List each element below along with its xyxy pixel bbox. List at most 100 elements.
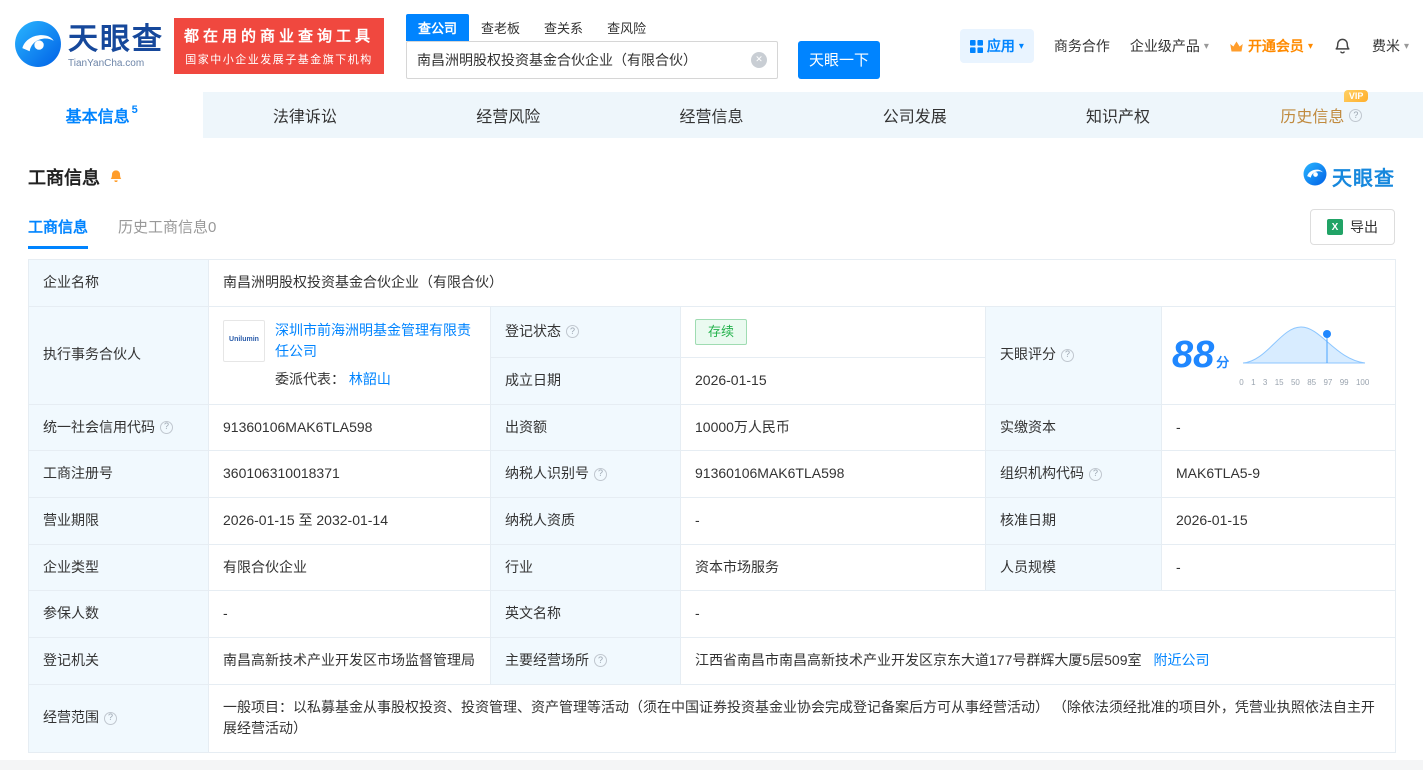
tianyancha-page: 天眼查 TianYanCha.com 都在用的商业查询工具 国家中小企业发展子基… xyxy=(0,0,1423,753)
help-icon: ? xyxy=(594,468,607,481)
table-row: 参保人数 - 英文名称 - xyxy=(29,591,1396,638)
user-menu[interactable]: 费米 ▾ xyxy=(1372,36,1409,56)
watermark-text: 天眼查 xyxy=(1332,162,1395,191)
chevron-down-icon: ▾ xyxy=(1308,41,1313,52)
search-row: ✕ 天眼一下 xyxy=(406,41,880,79)
table-row: 登记机关 南昌高新技术产业开发区市场监督管理局 主要经营场所 ? 江西省南昌市南… xyxy=(29,637,1396,684)
top-nav: 应用 ▾ 商务合作 企业级产品 ▾ 开通会员 ▾ xyxy=(960,29,1409,63)
nearby-companies-link[interactable]: 附近公司 xyxy=(1154,652,1210,668)
score-value: 88分 01 315 xyxy=(1162,306,1396,404)
apps-button[interactable]: 应用 ▾ xyxy=(960,29,1034,63)
tab-operation-risk[interactable]: 经营风险 xyxy=(407,92,610,138)
english-name-label: 英文名称 xyxy=(491,591,681,638)
approval-date-label: 核准日期 xyxy=(986,497,1162,544)
search-button[interactable]: 天眼一下 xyxy=(798,41,880,79)
tab-history-info[interactable]: 历史信息 VIP ? xyxy=(1220,92,1423,138)
enterprise-products-link[interactable]: 企业级产品 ▾ xyxy=(1130,36,1209,56)
subtab-history-business-info[interactable]: 历史工商信息0 xyxy=(118,216,216,249)
main-content: 工商信息 天眼查 工商信息 历史工商信息0 xyxy=(0,138,1423,753)
paid-capital-value: - xyxy=(1162,404,1396,451)
score-label: 天眼评分 ? xyxy=(986,306,1162,404)
business-cooperation-link[interactable]: 商务合作 xyxy=(1054,36,1110,56)
address-value: 江西省南昌市南昌高新技术产业开发区京东大道177号群辉大厦5层509室附近公司 xyxy=(681,637,1396,684)
table-row: 企业类型 有限合伙企业 行业 资本市场服务 人员规模 - xyxy=(29,544,1396,591)
site-logo[interactable]: 天眼查 TianYanCha.com xyxy=(14,20,164,73)
score-curve-chart: 01 315 5085 9799 100 xyxy=(1239,321,1371,389)
staff-size-label: 人员规模 xyxy=(986,544,1162,591)
establish-date-label: 成立日期 xyxy=(491,357,681,404)
english-name-value: - xyxy=(681,591,1396,638)
tianyancha-logo-icon xyxy=(1303,162,1327,191)
export-button[interactable]: X 导出 xyxy=(1310,209,1395,245)
tianyancha-watermark: 天眼查 xyxy=(1303,162,1395,191)
reg-status-label: 登记状态 ? xyxy=(491,306,681,357)
notification-bell-icon[interactable] xyxy=(1333,37,1352,56)
company-type-label: 企业类型 xyxy=(29,544,209,591)
tab-intellectual-property[interactable]: 知识产权 xyxy=(1016,92,1219,138)
taxpayer-qualification-label: 纳税人资质 xyxy=(491,497,681,544)
basic-info-count: 5 xyxy=(132,104,138,116)
search-area: 查公司 查老板 查关系 查风险 ✕ 天眼一下 xyxy=(406,14,880,79)
table-row: 经营范围 ? 一般项目：以私募基金从事股权投资、投资管理、资产管理等活动（须在中… xyxy=(29,684,1396,752)
help-icon: ? xyxy=(104,712,117,725)
taxpayer-id-label: 纳税人识别号 ? xyxy=(491,451,681,498)
paid-capital-label: 实缴资本 xyxy=(986,404,1162,451)
reg-authority-value: 南昌高新技术产业开发区市场监督管理局 xyxy=(209,637,491,684)
promo-line1: 都在用的商业查询工具 xyxy=(184,25,374,46)
staff-size-value: - xyxy=(1162,544,1396,591)
help-icon: ? xyxy=(594,654,607,667)
partner-company-link[interactable]: 深圳市前海洲明基金管理有限责任公司 xyxy=(275,322,471,360)
score-axis-labels: 01 315 5085 9799 100 xyxy=(1239,377,1369,389)
section-title: 工商信息 xyxy=(28,164,100,190)
insured-count-value: - xyxy=(209,591,491,638)
company-nav-tabs: 基本信息 5 法律诉讼 经营风险 经营信息 公司发展 知识产权 历史信息 VIP… xyxy=(0,92,1423,138)
chevron-down-icon: ▾ xyxy=(1019,41,1024,52)
business-scope-label: 经营范围 ? xyxy=(29,684,209,752)
business-scope-value: 一般项目：以私募基金从事股权投资、投资管理、资产管理等活动（须在中国证券投资基金… xyxy=(209,684,1396,752)
help-icon: ? xyxy=(1089,468,1102,481)
business-info-table: 企业名称 南昌洲明股权投资基金合伙企业（有限合伙） 执行事务合伙人 Unilum… xyxy=(28,259,1396,753)
taxpayer-qualification-value: - xyxy=(681,497,986,544)
tab-company-development[interactable]: 公司发展 xyxy=(813,92,1016,138)
chevron-down-icon: ▾ xyxy=(1404,41,1409,52)
subscribe-bell-icon[interactable] xyxy=(108,169,124,185)
search-tab-relation[interactable]: 查关系 xyxy=(532,14,595,41)
tab-legal-proceedings[interactable]: 法律诉讼 xyxy=(203,92,406,138)
org-code-label: 组织机构代码 ? xyxy=(986,451,1162,498)
reg-number-value: 360106310018371 xyxy=(209,451,491,498)
delegate-link[interactable]: 林韶山 xyxy=(349,371,391,387)
table-row: 企业名称 南昌洲明股权投资基金合伙企业（有限合伙） xyxy=(29,260,1396,307)
tab-basic-info[interactable]: 基本信息 5 xyxy=(0,92,203,138)
delegate-label: 委派代表： xyxy=(275,371,345,387)
approval-date-value: 2026-01-15 xyxy=(1162,497,1396,544)
vip-membership-link[interactable]: 开通会员 ▾ xyxy=(1229,36,1313,56)
industry-value: 资本市场服务 xyxy=(681,544,986,591)
credit-code-value: 91360106MAK6TLA598 xyxy=(209,404,491,451)
taxpayer-id-value: 91360106MAK6TLA598 xyxy=(681,451,986,498)
logo-domain-text: TianYanCha.com xyxy=(68,58,164,69)
search-tab-company[interactable]: 查公司 xyxy=(406,14,469,41)
capital-label: 出资额 xyxy=(491,404,681,451)
clear-icon[interactable]: ✕ xyxy=(751,52,767,68)
industry-label: 行业 xyxy=(491,544,681,591)
search-tab-risk[interactable]: 查风险 xyxy=(595,14,658,41)
company-name-value: 南昌洲明股权投资基金合伙企业（有限合伙） xyxy=(209,260,1396,307)
search-tab-boss[interactable]: 查老板 xyxy=(469,14,532,41)
address-label: 主要经营场所 ? xyxy=(491,637,681,684)
business-term-label: 营业期限 xyxy=(29,497,209,544)
capital-value: 10000万人民币 xyxy=(681,404,986,451)
search-input[interactable] xyxy=(417,52,751,68)
partner-value: Unilumin 深圳市前海洲明基金管理有限责任公司 委派代表： 林韶山 xyxy=(209,306,491,404)
tab-operation-info[interactable]: 经营信息 xyxy=(610,92,813,138)
status-badge: 存续 xyxy=(695,319,747,345)
logo-text: 天眼查 xyxy=(68,23,164,56)
org-code-value: MAK6TLA5-9 xyxy=(1162,451,1396,498)
search-box: ✕ xyxy=(406,41,778,79)
help-icon: ? xyxy=(160,421,173,434)
promo-banner: 都在用的商业查询工具 国家中小企业发展子基金旗下机构 xyxy=(174,18,384,74)
subtab-business-info[interactable]: 工商信息 xyxy=(28,216,88,249)
reg-authority-label: 登记机关 xyxy=(29,637,209,684)
crown-icon xyxy=(1229,40,1244,53)
help-icon: ? xyxy=(1061,349,1074,362)
company-name-label: 企业名称 xyxy=(29,260,209,307)
